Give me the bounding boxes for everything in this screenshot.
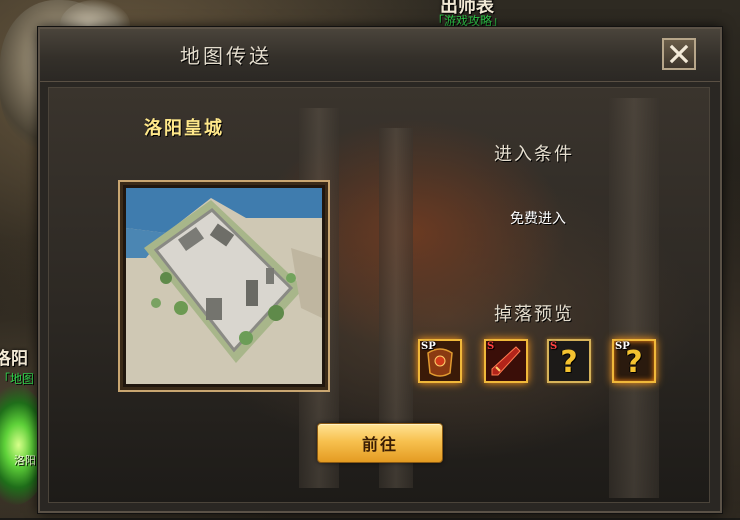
close-button[interactable] — [662, 38, 696, 70]
item-badge: SP — [421, 341, 436, 352]
drop-item-4[interactable]: ? SP — [612, 339, 656, 383]
drop-item-1[interactable]: SP — [418, 339, 462, 383]
dialog-titlebar[interactable]: 地图传送 — [40, 29, 720, 82]
map-image — [126, 188, 322, 384]
npc-name-left[interactable]: 洛阳 — [0, 344, 28, 369]
dialog-title: 地图传送 — [180, 44, 272, 68]
drop-item-3[interactable]: ? S — [547, 339, 591, 383]
close-icon — [669, 44, 689, 64]
item-badge: S — [550, 341, 558, 352]
map-teleport-dialog: 地图传送 洛阳皇城 进入条件 免费进入 掉落预览 SP S ? S ? SP 前… — [38, 27, 722, 513]
item-badge: SP — [615, 341, 630, 352]
portal-label: 洛阳 — [14, 454, 36, 467]
drop-item-2[interactable]: S — [484, 339, 528, 383]
background-pillar — [609, 98, 659, 498]
map-preview — [118, 180, 330, 392]
go-button[interactable]: 前往 — [317, 423, 443, 463]
map-drawing — [126, 188, 322, 384]
item-badge: S — [487, 341, 495, 352]
